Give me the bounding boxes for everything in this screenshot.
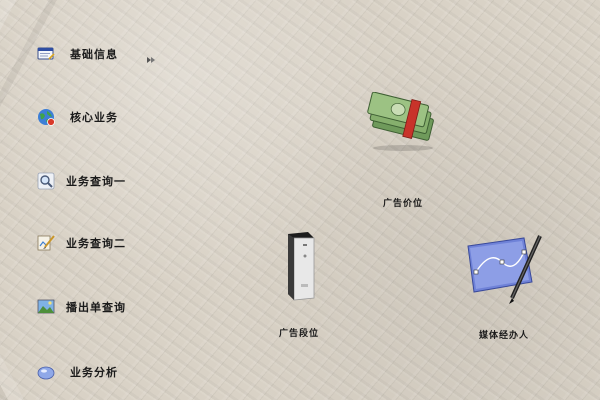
- globe-icon: [36, 107, 56, 127]
- menu-item-label: 业务查询一: [66, 175, 126, 188]
- desktop-icon-ad-slot[interactable]: 广告段位: [264, 230, 334, 339]
- desktop-icon-ad-price[interactable]: 广告价位: [356, 91, 450, 209]
- paint-brush-icon: [36, 233, 56, 253]
- menu-item-label: 业务分析: [70, 366, 118, 379]
- menu-item-business-analysis[interactable]: 业务分析: [36, 362, 118, 382]
- menu-item-label: 播出单查询: [66, 301, 126, 314]
- menu-item-business-query-1[interactable]: 业务查询一: [36, 171, 126, 191]
- notepad-icon: [36, 44, 56, 64]
- menu-item-business-query-2[interactable]: 业务查询二: [36, 233, 126, 253]
- desktop-icon-label: 广告价位: [382, 199, 423, 209]
- menu-item-broadcast-order-query[interactable]: 播出单查询: [36, 297, 126, 317]
- magnifier-icon: [36, 171, 56, 191]
- expand-arrow-icon[interactable]: [146, 50, 156, 63]
- money-stack-icon: [360, 91, 446, 158]
- desktop-icon-label: 广告段位: [278, 329, 319, 339]
- menu-item-core-business[interactable]: 核心业务: [36, 107, 118, 127]
- vector-pen-icon: [462, 232, 546, 310]
- menu-item-basic-info[interactable]: 基础信息: [36, 44, 118, 64]
- disc-icon: [36, 362, 56, 382]
- server-tower-icon: [274, 230, 324, 308]
- desktop-icon-label: 媒体经办人: [478, 331, 529, 341]
- landscape-photo-icon: [36, 297, 56, 317]
- menu-item-label: 业务查询二: [66, 237, 126, 250]
- desktop-icon-media-agent[interactable]: 媒体经办人: [460, 232, 548, 341]
- menu-item-label: 基础信息: [70, 48, 118, 61]
- menu-item-label: 核心业务: [70, 111, 118, 124]
